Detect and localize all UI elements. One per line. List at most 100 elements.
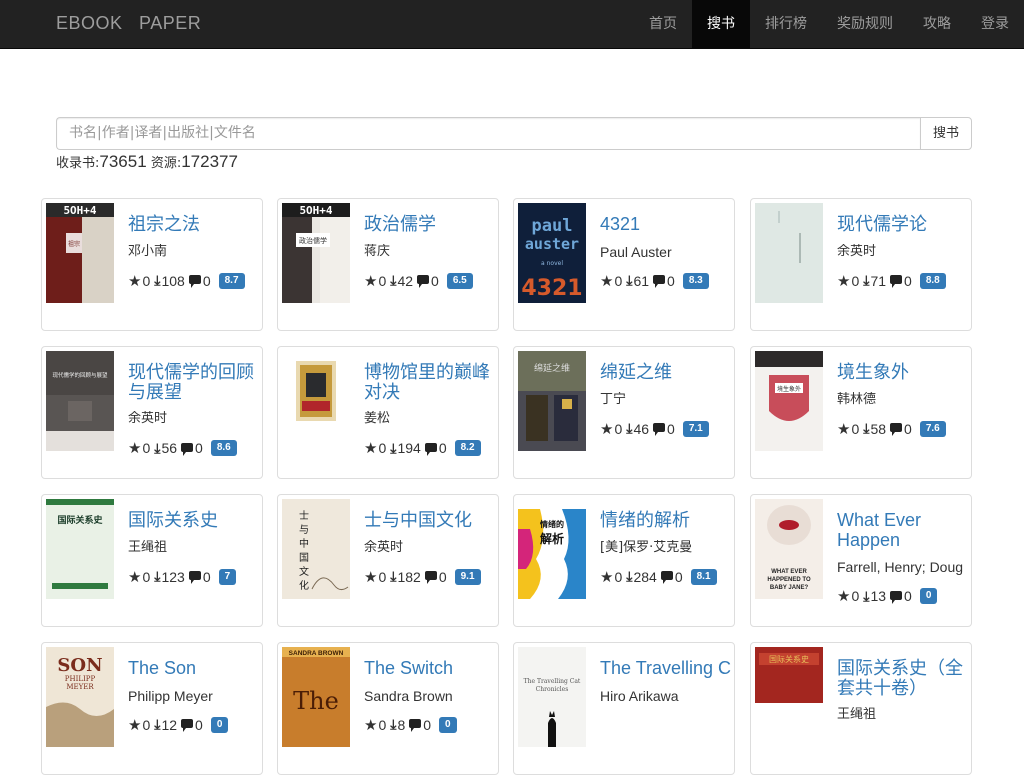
book-title-link[interactable]: 现代儒学论 bbox=[837, 215, 969, 235]
svg-text:与: 与 bbox=[299, 524, 309, 536]
book-title-link[interactable]: 绵延之维 bbox=[600, 363, 732, 383]
book-title-link[interactable]: 国际关系史 bbox=[128, 511, 260, 531]
book-card[interactable]: SANDRA BROWN The The Switch Sandra Brown ★ 0 ⤓… bbox=[277, 642, 499, 775]
svg-text:a novel: a novel bbox=[541, 260, 563, 267]
svg-text:士: 士 bbox=[299, 509, 309, 522]
comment-icon bbox=[181, 719, 194, 732]
comment-icon bbox=[890, 275, 903, 288]
book-title-link[interactable]: 情绪的解析 bbox=[600, 511, 732, 531]
book-title-link[interactable]: 现代儒学的回顾与展望 bbox=[128, 363, 260, 402]
download-count: 108 bbox=[161, 272, 185, 289]
score-badge: 8.1 bbox=[690, 568, 717, 585]
svg-text:PHILIPP: PHILIPP bbox=[65, 675, 96, 683]
book-card[interactable]: The Travelling Cat Chronicles The Travelli… bbox=[513, 642, 735, 775]
book-card[interactable]: 国际关系史 国际关系史（全套共十卷） 王绳祖 bbox=[750, 642, 972, 775]
book-meta: ★ 0 ⤓ 8 0 0 bbox=[364, 716, 496, 734]
book-title-link[interactable]: 祖宗之法 bbox=[128, 215, 260, 235]
book-title-link[interactable]: The Switch bbox=[364, 658, 496, 679]
svg-text:WHAT EVER: WHAT EVER bbox=[771, 569, 807, 575]
comment-count: 0 bbox=[202, 568, 211, 585]
book-author: 余英时 bbox=[128, 411, 168, 426]
book-cover[interactable]: 5OH+4 祖宗 bbox=[46, 203, 114, 303]
book-meta: ★ 0 ⤓ 182 0 9.1 bbox=[364, 568, 496, 586]
star-icon: ★ bbox=[364, 440, 378, 457]
book-card[interactable]: 博物馆里的巅峰对决 姜松 ★ 0 ⤓ 194 0 8.2 bbox=[277, 346, 499, 479]
svg-text:SANDRA BROWN: SANDRA BROWN bbox=[289, 650, 344, 657]
book-title-link[interactable]: 境生象外 bbox=[837, 363, 969, 383]
star-count: 0 bbox=[851, 272, 860, 289]
comment-icon bbox=[653, 275, 666, 288]
book-card[interactable]: 5OH+4 政治儒学 政治儒学 蒋庆 ★ 0 ⤓ 42 0 6.5 bbox=[277, 198, 499, 331]
book-meta: ★ 0 ⤓ 108 0 8.7 bbox=[128, 272, 260, 290]
book-cover[interactable]: 情绪的 解析 bbox=[518, 499, 586, 599]
book-title-link[interactable]: What Ever Happen bbox=[837, 510, 969, 550]
book-title-link[interactable]: The Travelling C bbox=[600, 658, 732, 679]
download-icon: ⤓ bbox=[390, 272, 397, 288]
book-card[interactable]: 国际关系史 国际关系史 王绳祖 ★ 0 ⤓ 123 0 7 bbox=[41, 494, 263, 627]
book-title-link[interactable]: 博物馆里的巅峰对决 bbox=[364, 363, 496, 402]
star-count: 0 bbox=[378, 440, 387, 456]
download-count: 71 bbox=[870, 272, 887, 289]
book-title-link[interactable]: 4321 bbox=[600, 214, 732, 235]
comment-icon bbox=[188, 275, 201, 288]
svg-text:解析: 解析 bbox=[540, 531, 564, 546]
score-badge: 8.8 bbox=[919, 272, 946, 289]
book-title-link[interactable]: 国际关系史（全套共十卷） bbox=[837, 659, 969, 698]
book-card[interactable]: 士与中国文化士与中国文化 余英时 ★ 0 ⤓ 182 0 9.1 bbox=[277, 494, 499, 627]
book-title-link[interactable]: The Son bbox=[128, 658, 260, 679]
book-cover[interactable] bbox=[755, 203, 823, 303]
svg-text:现代儒学的回顾与展望: 现代儒学的回顾与展望 bbox=[52, 371, 108, 379]
book-card[interactable]: WHAT EVER HAPPENED TO BABY JANE? What Ever … bbox=[750, 494, 972, 627]
svg-text:paul: paul bbox=[532, 216, 573, 236]
comment-count: 0 bbox=[431, 272, 439, 289]
book-cover[interactable]: 现代儒学的回顾与展望 bbox=[46, 351, 114, 451]
score-badge: 7 bbox=[218, 568, 237, 585]
book-cover[interactable]: 5OH+4 政治儒学 bbox=[282, 203, 350, 303]
book-info: 博物馆里的巅峰对决 姜松 ★ 0 ⤓ 194 0 8.2 bbox=[364, 359, 496, 457]
book-info: 情绪的解析 [美]保罗·艾克曼 ★ 0 ⤓ 284 0 8.1 bbox=[600, 507, 732, 586]
score-badge: 0 bbox=[919, 588, 938, 604]
download-icon: ⤓ bbox=[863, 587, 870, 604]
book-author: Paul Auster bbox=[600, 243, 672, 260]
book-cover[interactable]: 士与中国文化 bbox=[282, 499, 350, 599]
book-title-link[interactable]: 政治儒学 bbox=[364, 215, 496, 235]
book-cover[interactable]: SANDRA BROWN The bbox=[282, 647, 350, 747]
book-cover[interactable]: The Travelling Cat Chronicles bbox=[518, 647, 586, 747]
book-card[interactable]: 现代儒学论 余英时 ★ 0 ⤓ 71 0 8.8 bbox=[750, 198, 972, 331]
book-author: Farrell, Henry; Doug bbox=[837, 559, 964, 575]
download-icon: ⤓ bbox=[390, 439, 397, 456]
book-info: The Switch Sandra Brown ★ 0 ⤓ 8 0 0 bbox=[364, 655, 496, 734]
book-cover[interactable]: 境生象外 bbox=[755, 351, 823, 451]
svg-text:国际关系史: 国际关系史 bbox=[769, 654, 809, 664]
comment-count: 0 bbox=[904, 272, 912, 289]
book-card[interactable]: SON PHILIPP MEYER The Son Philipp Meyer ★ 0 ⤓ 12… bbox=[41, 642, 263, 775]
book-title-link[interactable]: 士与中国文化 bbox=[364, 511, 496, 531]
book-card[interactable]: 境生象外 境生象外 韩林德 ★ 0 ⤓ 58 0 7.6 bbox=[750, 346, 972, 479]
book-grid: 5OH+4 祖宗 祖宗之法 邓小南 ★ 0 ⤓ 108 0 8.7 5OH+4 政治儒学 政治儒学 蒋庆 ★… bbox=[0, 0, 1024, 775]
book-cover[interactable]: 国际关系史 bbox=[755, 647, 823, 747]
book-card[interactable]: 绵延之维 绵延之维 丁宁 ★ 0 ⤓ 46 0 7.1 bbox=[513, 346, 735, 479]
comment-icon bbox=[181, 442, 194, 456]
book-meta: ★ 0 ⤓ 123 0 7 bbox=[128, 568, 260, 586]
book-cover[interactable]: paul auster a novel 4321 bbox=[518, 203, 586, 303]
score-badge: 8.3 bbox=[682, 272, 709, 289]
score-badge: 0 bbox=[210, 716, 229, 733]
download-icon: ⤓ bbox=[626, 568, 633, 584]
book-card[interactable]: 情绪的 解析 情绪的解析 [美]保罗·艾克曼 ★ 0 ⤓ 284 0 8.1 bbox=[513, 494, 735, 627]
download-icon: ⤓ bbox=[626, 420, 633, 436]
comment-icon bbox=[890, 423, 903, 436]
book-cover[interactable]: 绵延之维 bbox=[518, 351, 586, 451]
book-cover[interactable]: SON PHILIPP MEYER bbox=[46, 647, 114, 747]
book-cover[interactable] bbox=[282, 351, 350, 451]
score-badge: 9.1 bbox=[454, 568, 481, 585]
book-author: [美]保罗·艾克曼 bbox=[600, 539, 693, 555]
book-card[interactable]: 现代儒学的回顾与展望 现代儒学的回顾与展望 余英时 ★ 0 ⤓ 56 0 8.6 bbox=[41, 346, 263, 479]
book-info: 国际关系史（全套共十卷） 王绳祖 bbox=[837, 655, 969, 723]
star-icon: ★ bbox=[364, 568, 378, 586]
book-cover[interactable]: WHAT EVER HAPPENED TO BABY JANE? bbox=[755, 499, 823, 599]
comment-count: 0 bbox=[423, 716, 432, 733]
comment-count: 0 bbox=[438, 440, 447, 456]
book-card[interactable]: paul auster a novel 4321 4321 Paul Auster ★ 0 ⤓ 6… bbox=[513, 198, 735, 331]
book-cover[interactable]: 国际关系史 bbox=[46, 499, 114, 599]
book-card[interactable]: 5OH+4 祖宗 祖宗之法 邓小南 ★ 0 ⤓ 108 0 8.7 bbox=[41, 198, 263, 331]
